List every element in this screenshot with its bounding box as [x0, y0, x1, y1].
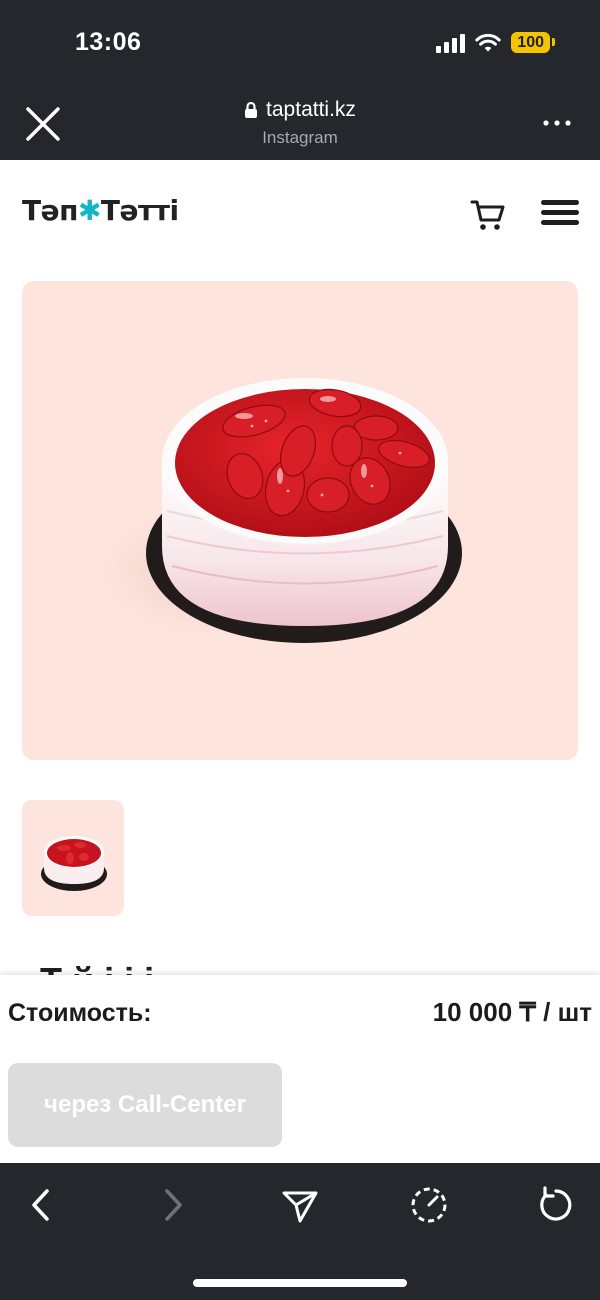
lock-icon [245, 101, 258, 118]
cart-icon[interactable] [470, 198, 506, 232]
home-indicator[interactable] [193, 1279, 407, 1287]
reload-icon[interactable] [534, 1183, 578, 1227]
referrer-label: Instagram [262, 128, 338, 147]
logo-asterisk-icon: ✱ [77, 194, 101, 227]
page-url: taptatti.kz [266, 98, 356, 121]
browser-toolbar [0, 1163, 600, 1300]
hamburger-menu-icon[interactable] [541, 200, 579, 230]
product-main-image[interactable] [22, 281, 578, 760]
status-icons: 100 [436, 32, 555, 53]
price-value: 10 000 ₸ / шт [432, 997, 592, 1027]
site-header: Тəп✱Тəттi [0, 160, 600, 270]
status-time: 13:06 [75, 28, 142, 56]
call-center-button[interactable]: через Call-Center [8, 1063, 282, 1147]
price-label: Стоимость: [8, 999, 152, 1027]
logo-text-part2: Тəттi [100, 194, 179, 227]
share-icon[interactable] [278, 1183, 322, 1227]
close-icon[interactable] [22, 103, 64, 145]
site-logo[interactable]: Тəп✱Тəттi [22, 194, 179, 227]
battery-indicator: 100 [511, 32, 555, 53]
address-bar[interactable]: taptatti.kz Instagram [150, 98, 450, 148]
cellular-signal-icon [436, 33, 466, 53]
logo-text-part1: Тəп [22, 194, 78, 227]
price-panel: Стоимость: 10 000 ₸ / шт через Call-Cent… [0, 975, 600, 1163]
back-icon[interactable] [20, 1183, 64, 1227]
speed-dial-icon[interactable] [407, 1183, 451, 1227]
wifi-icon [475, 33, 501, 51]
more-dots-icon[interactable] [542, 110, 572, 136]
cake-thumbnail-illustration [41, 836, 107, 891]
product-thumbnail[interactable] [22, 800, 124, 916]
forward-icon[interactable] [150, 1183, 194, 1227]
browser-header: 13:06 100 taptatti.kz Instagram [0, 0, 600, 160]
screen: 13:06 100 taptatti.kz Instagram Тəп✱Тəтт… [0, 0, 600, 1300]
cake-illustration [82, 378, 462, 646]
